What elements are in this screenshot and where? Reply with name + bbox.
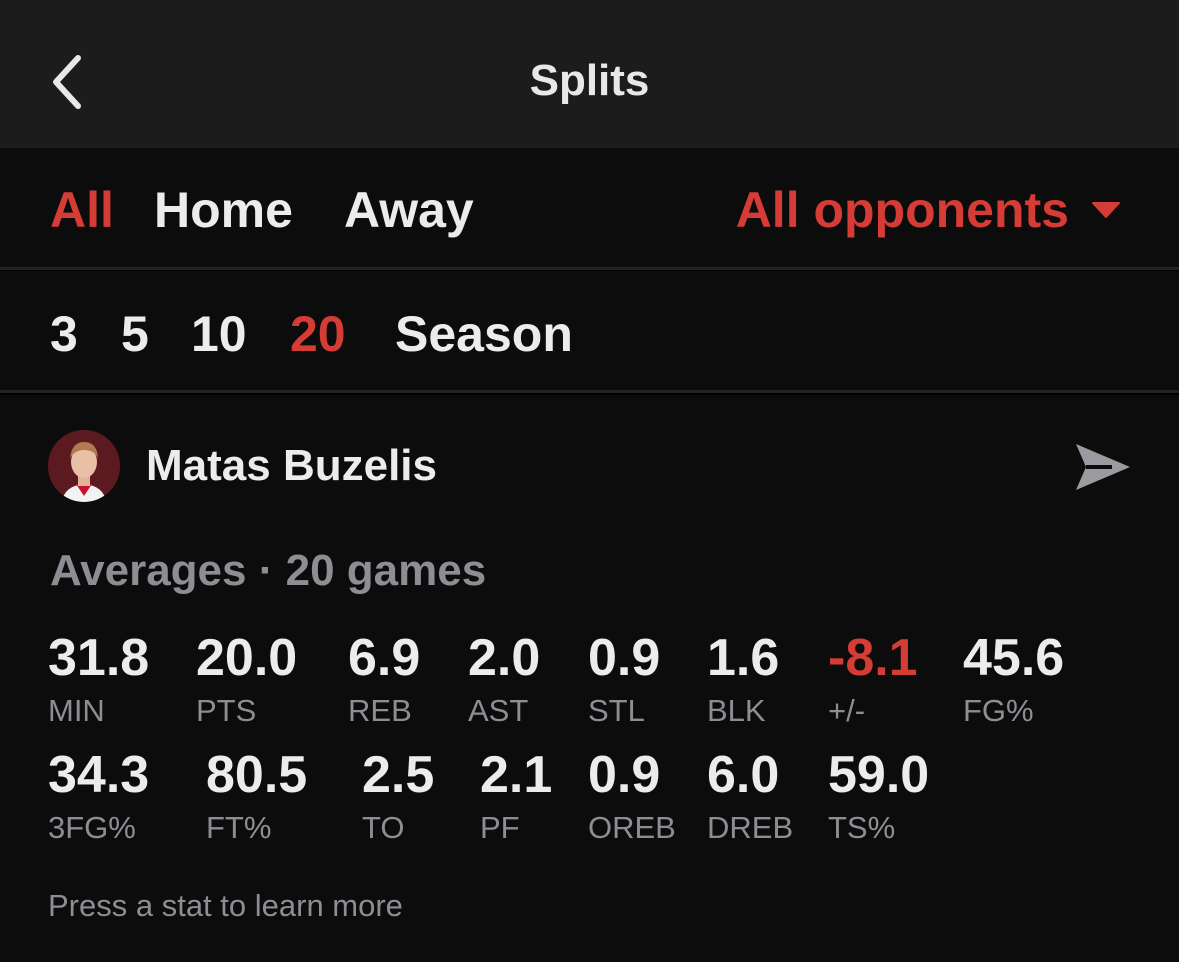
opponent-dropdown[interactable]: All opponents (736, 182, 1121, 238)
stat-label: TO (362, 810, 405, 845)
stat-ts-pct[interactable]: 59.0 TS% (828, 747, 929, 845)
stat-value: 1.6 (707, 629, 780, 687)
stat-label: 3FG% (48, 810, 136, 845)
stat-label: BLK (707, 693, 766, 728)
tab-last-5[interactable]: 5 (121, 306, 149, 362)
stat-fg-pct[interactable]: 45.6 FG% (963, 630, 1064, 728)
stat-value: 34.3 (48, 746, 150, 804)
stat-label: STL (588, 693, 645, 728)
stat-oreb[interactable]: 0.9 OREB (588, 747, 676, 845)
stat-value: 6.9 (348, 629, 421, 687)
stat-label: MIN (48, 693, 105, 728)
stat-value: 0.9 (588, 629, 661, 687)
games-filter-row (0, 271, 1179, 393)
stat-pf[interactable]: 2.1 PF (480, 747, 552, 845)
tab-season[interactable]: Season (395, 306, 573, 362)
hint-text: Press a stat to learn more (48, 888, 403, 923)
share-button[interactable] (1072, 440, 1134, 494)
stat-pts[interactable]: 20.0 PTS (196, 630, 297, 728)
stat-label: AST (468, 693, 529, 728)
stat-dreb[interactable]: 6.0 DREB (707, 747, 793, 845)
stat-to[interactable]: 2.5 TO (362, 747, 434, 845)
tab-away[interactable]: Away (344, 182, 474, 238)
stat-reb[interactable]: 6.9 REB (348, 630, 420, 728)
avatar (48, 430, 120, 502)
player-name: Matas Buzelis (146, 441, 437, 490)
stat-3fg-pct[interactable]: 34.3 3FG% (48, 747, 149, 845)
stat-label: +/- (828, 693, 866, 728)
stat-value: 2.5 (362, 746, 435, 804)
averages-heading: Averages · 20 games (50, 546, 487, 595)
player-photo-icon (48, 430, 120, 502)
stat-blk[interactable]: 1.6 BLK (707, 630, 779, 728)
stat-ast[interactable]: 2.0 AST (468, 630, 540, 728)
stat-label: OREB (588, 810, 676, 845)
stat-label: TS% (828, 810, 896, 845)
send-icon (1076, 444, 1130, 490)
stat-value: 6.0 (707, 746, 780, 804)
tab-last-10[interactable]: 10 (191, 306, 247, 362)
tab-all[interactable]: All (50, 182, 114, 238)
stat-label: PTS (196, 693, 257, 728)
tab-last-3[interactable]: 3 (50, 306, 78, 362)
stat-value: 20.0 (196, 629, 298, 687)
stat-label: FT% (206, 810, 272, 845)
stat-value: 31.8 (48, 629, 150, 687)
stat-value: 45.6 (963, 629, 1065, 687)
stat-plus-minus[interactable]: -8.1 +/- (828, 630, 918, 728)
stat-value: 59.0 (828, 746, 930, 804)
stat-value: 2.0 (468, 629, 541, 687)
stat-value: -8.1 (828, 629, 918, 687)
caret-down-icon (1092, 202, 1120, 218)
tab-home[interactable]: Home (154, 182, 293, 238)
page-title: Splits (529, 56, 650, 105)
opponent-dropdown-label: All opponents (735, 182, 1069, 238)
stat-value: 80.5 (206, 746, 308, 804)
stat-label: PF (480, 810, 520, 845)
tab-last-20[interactable]: 20 (290, 306, 346, 362)
stat-ft-pct[interactable]: 80.5 FT% (206, 747, 307, 845)
stat-label: REB (348, 693, 412, 728)
stat-stl[interactable]: 0.9 STL (588, 630, 660, 728)
stat-label: DREB (707, 810, 794, 845)
stat-min[interactable]: 31.8 MIN (48, 630, 149, 728)
stat-label: FG% (963, 693, 1034, 728)
stat-value: 2.1 (480, 746, 553, 804)
stat-value: 0.9 (588, 746, 661, 804)
